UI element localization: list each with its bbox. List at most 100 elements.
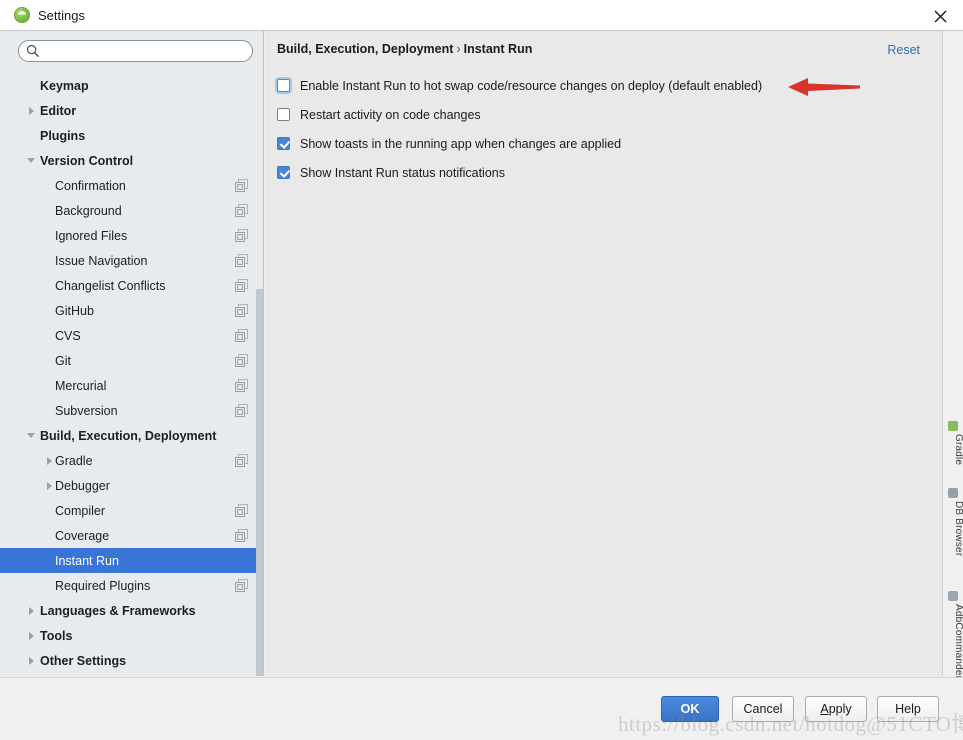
copy-settings-icon[interactable] xyxy=(235,529,248,542)
copy-settings-icon[interactable] xyxy=(235,504,248,517)
sidebar-item-label: CVS xyxy=(55,328,81,343)
chevron-right-icon[interactable] xyxy=(24,629,38,643)
ok-button[interactable]: OK xyxy=(661,696,719,722)
sidebar-scrollbar-track[interactable] xyxy=(256,31,263,676)
sidebar-item-label: Other Settings xyxy=(40,653,127,668)
sidebar-item-gradle[interactable]: Gradle xyxy=(0,448,263,473)
triangle-glyph xyxy=(28,606,34,615)
copy-settings-icon[interactable] xyxy=(235,404,248,417)
checkbox-1[interactable] xyxy=(277,79,290,92)
sidebar-item-issue-navigation[interactable]: Issue Navigation xyxy=(0,248,263,273)
checkbox-3[interactable] xyxy=(277,137,290,150)
sidebar-item-build-execution-deployment[interactable]: Build, Execution, Deployment xyxy=(0,423,263,448)
chevron-right-icon[interactable] xyxy=(42,454,56,468)
sidebar-item-instant-run[interactable]: Instant Run xyxy=(0,548,263,573)
checkbox-2[interactable] xyxy=(277,108,290,121)
close-icon[interactable] xyxy=(927,4,953,28)
sidebar-item-label: Languages & Frameworks xyxy=(40,603,196,618)
settings-sidebar: Keymap Editor Plugins Version Control Confir… xyxy=(0,31,264,676)
sidebar-item-label: GitHub xyxy=(55,303,94,318)
window-title: Settings xyxy=(38,8,85,23)
checkbox-4[interactable] xyxy=(277,166,290,179)
sidebar-item-label: Changelist Conflicts xyxy=(55,278,166,293)
sidebar-item-subversion[interactable]: Subversion xyxy=(0,398,263,423)
tool-tab-adbcommander[interactable]: AdbCommander xyxy=(943,590,963,679)
copy-settings-icon[interactable] xyxy=(235,304,248,317)
tool-tab-gradle[interactable]: Gradle xyxy=(943,420,963,465)
tool-tab-icon xyxy=(948,591,958,601)
sidebar-item-label: Version Control xyxy=(40,153,134,168)
sidebar-item-cvs[interactable]: CVS xyxy=(0,323,263,348)
reset-link[interactable]: Reset xyxy=(887,43,920,57)
tool-tab-label: AdbCommander xyxy=(953,604,963,680)
option-row[interactable]: Show Instant Run status notifications xyxy=(277,158,924,187)
sidebar-item-required-plugins[interactable]: Required Plugins xyxy=(0,573,263,598)
tool-window-rail: Gradle DB Browser AdbCommander xyxy=(942,31,963,679)
sidebar-item-editor[interactable]: Editor xyxy=(0,98,263,123)
sidebar-item-changelist-conflicts[interactable]: Changelist Conflicts xyxy=(0,273,263,298)
chevron-right-icon[interactable] xyxy=(24,654,38,668)
sidebar-item-git[interactable]: Git xyxy=(0,348,263,373)
sidebar-item-version-control[interactable]: Version Control xyxy=(0,148,263,173)
chevron-right-icon[interactable] xyxy=(24,104,38,118)
copy-settings-icon[interactable] xyxy=(235,229,248,242)
copy-settings-icon[interactable] xyxy=(235,579,248,592)
copy-settings-icon[interactable] xyxy=(235,379,248,392)
sidebar-item-debugger[interactable]: Debugger xyxy=(0,473,263,498)
copy-settings-icon[interactable] xyxy=(235,204,248,217)
triangle-glyph xyxy=(28,656,34,665)
sidebar-item-label: Tools xyxy=(40,628,73,643)
sidebar-item-label: Editor xyxy=(40,103,77,118)
chevron-right-icon[interactable] xyxy=(24,604,38,618)
option-label: Show Instant Run status notifications xyxy=(300,165,505,180)
sidebar-item-coverage[interactable]: Coverage xyxy=(0,523,263,548)
sidebar-item-other-settings[interactable]: Other Settings xyxy=(0,648,263,673)
copy-settings-icon[interactable] xyxy=(235,254,248,267)
sidebar-item-background[interactable]: Background xyxy=(0,198,263,223)
sidebar-item-tools[interactable]: Tools xyxy=(0,623,263,648)
sidebar-item-label: Mercurial xyxy=(55,378,107,393)
tool-tab-db-browser[interactable]: DB Browser xyxy=(943,487,963,556)
triangle-glyph xyxy=(27,433,35,438)
option-row[interactable]: Enable Instant Run to hot swap code/reso… xyxy=(277,71,924,100)
copy-settings-icon[interactable] xyxy=(235,179,248,192)
sidebar-item-ignored-files[interactable]: Ignored Files xyxy=(0,223,263,248)
button-label: Cancel xyxy=(743,702,783,716)
chevron-down-icon[interactable] xyxy=(24,429,38,443)
sidebar-item-label: Background xyxy=(55,203,122,218)
help-button[interactable]: Help xyxy=(877,696,939,722)
search-input[interactable] xyxy=(18,40,253,62)
sidebar-item-confirmation[interactable]: Confirmation xyxy=(0,173,263,198)
cancel-button[interactable]: Cancel xyxy=(732,696,794,722)
sidebar-item-label: Build, Execution, Deployment xyxy=(40,428,217,443)
tool-tab-label: DB Browser xyxy=(953,501,963,557)
option-label: Show toasts in the running app when chan… xyxy=(300,136,622,151)
sidebar-item-label: Git xyxy=(55,353,71,368)
sidebar-item-plugins[interactable]: Plugins xyxy=(0,123,263,148)
copy-settings-icon[interactable] xyxy=(235,279,248,292)
sidebar-item-mercurial[interactable]: Mercurial xyxy=(0,373,263,398)
triangle-glyph xyxy=(46,456,52,465)
copy-settings-icon[interactable] xyxy=(235,454,248,467)
option-row[interactable]: Restart activity on code changes xyxy=(277,100,924,129)
sidebar-item-github[interactable]: GitHub xyxy=(0,298,263,323)
tool-tab-icon xyxy=(948,488,958,498)
apply-button[interactable]: Apply xyxy=(805,696,867,722)
sidebar-scrollbar-thumb[interactable] xyxy=(256,289,263,676)
triangle-glyph xyxy=(28,631,34,640)
sidebar-item-label: Debugger xyxy=(55,478,110,493)
button-label: Apply xyxy=(820,702,852,716)
sidebar-item-keymap[interactable]: Keymap xyxy=(0,73,263,98)
option-row[interactable]: Show toasts in the running app when chan… xyxy=(277,129,924,158)
sidebar-item-languages-frameworks[interactable]: Languages & Frameworks xyxy=(0,598,263,623)
copy-settings-icon[interactable] xyxy=(235,329,248,342)
copy-settings-icon[interactable] xyxy=(235,354,248,367)
breadcrumb-current: Instant Run xyxy=(463,42,533,56)
sidebar-item-compiler[interactable]: Compiler xyxy=(0,498,263,523)
sidebar-item-label: Compiler xyxy=(55,503,106,518)
sidebar-item-label: Issue Navigation xyxy=(55,253,148,268)
button-label: OK xyxy=(680,702,700,716)
android-studio-icon xyxy=(14,7,30,23)
chevron-down-icon[interactable] xyxy=(24,154,38,168)
chevron-right-icon[interactable] xyxy=(42,479,56,493)
